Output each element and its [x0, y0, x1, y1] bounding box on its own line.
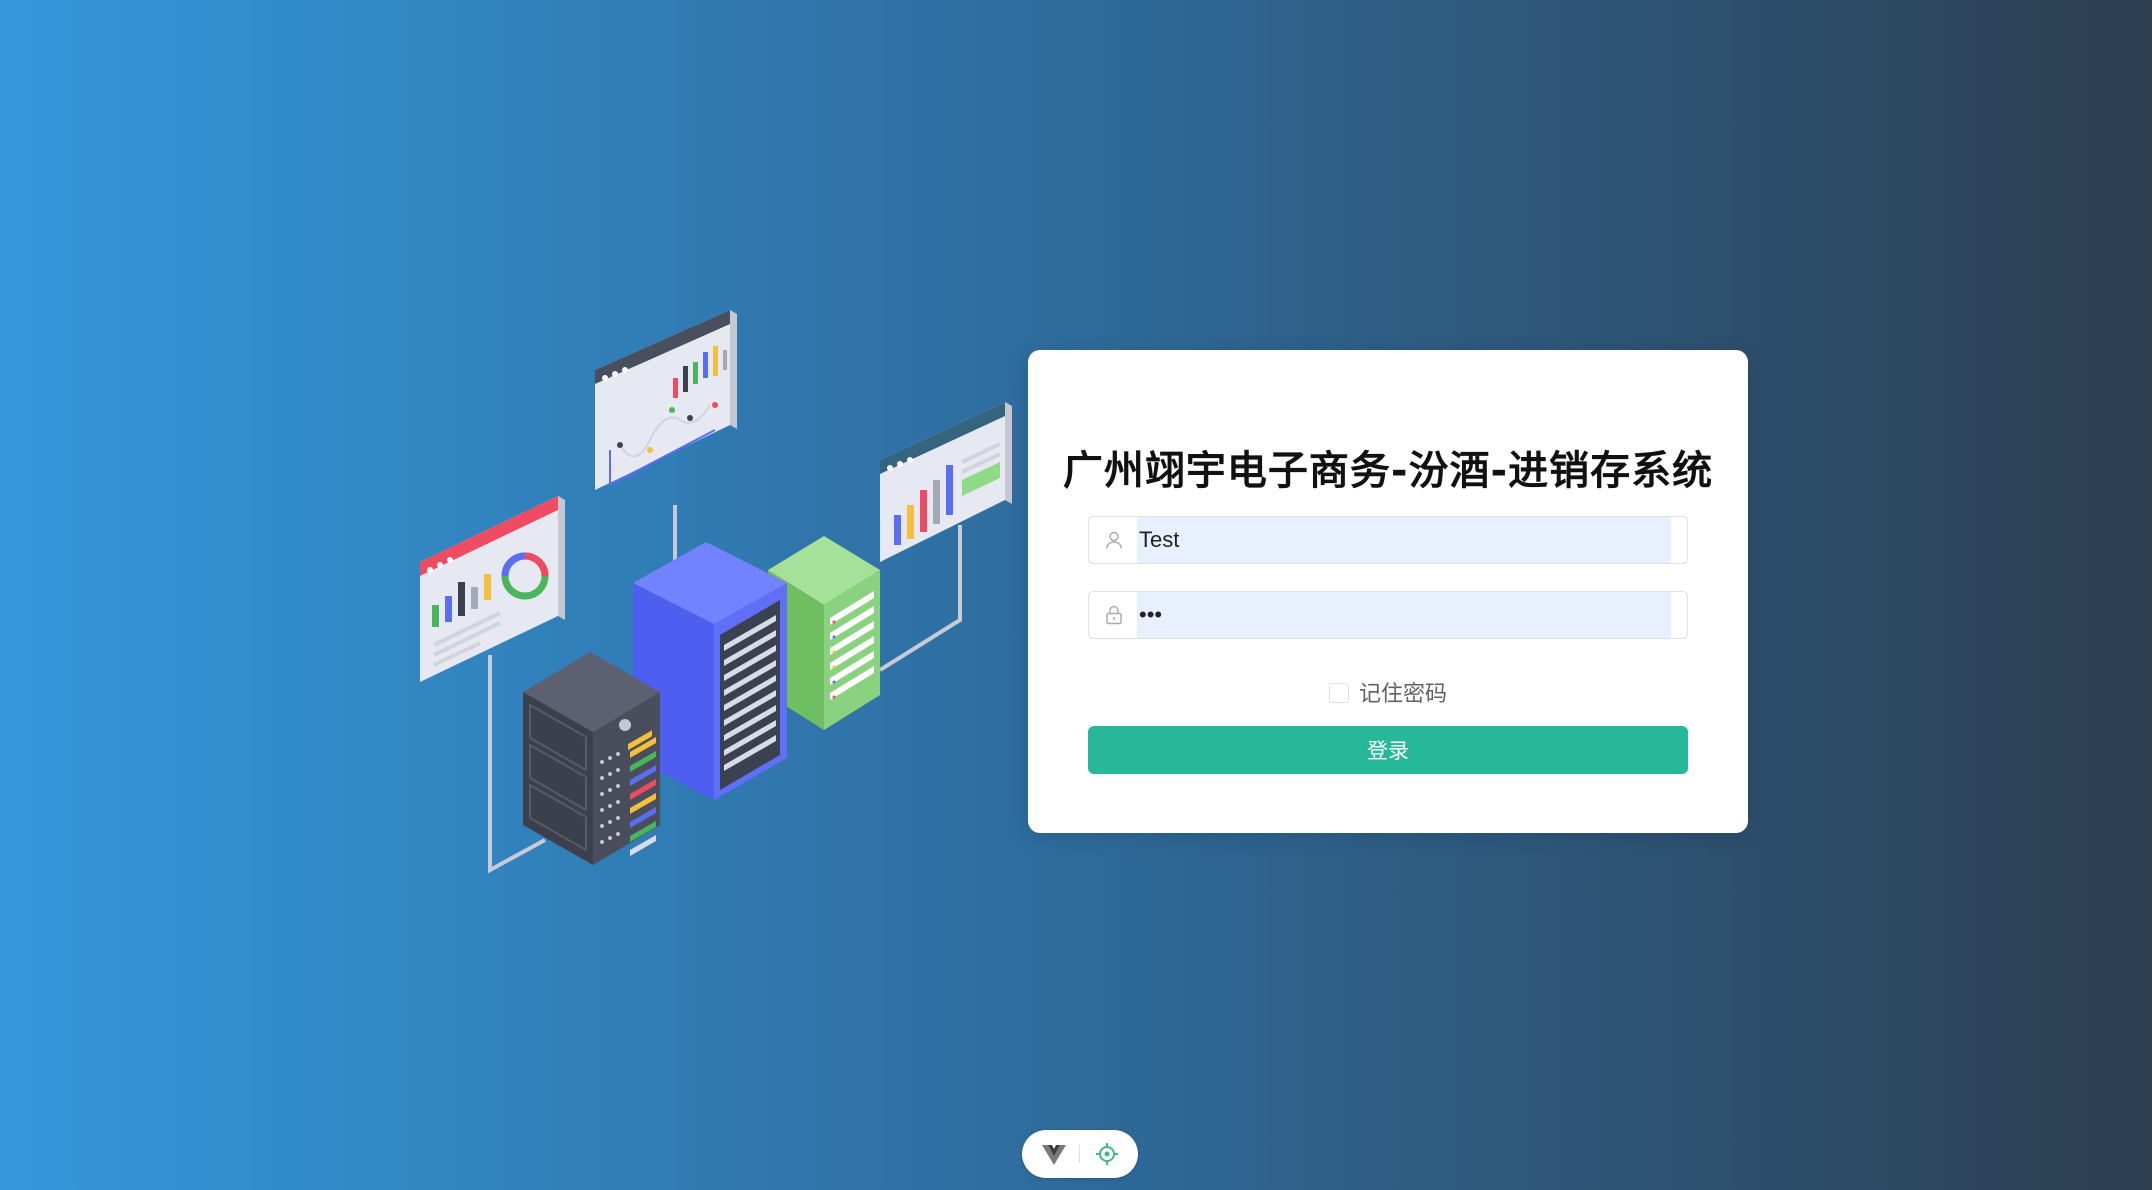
password-field[interactable]	[1088, 591, 1688, 639]
username-input[interactable]	[1137, 517, 1671, 563]
chart-window-left	[420, 496, 565, 682]
remember-checkbox[interactable]	[1328, 683, 1349, 703]
remember-label[interactable]: 记住密码	[1359, 682, 1447, 707]
devtools-toggle[interactable]	[1022, 1130, 1138, 1178]
remember-password[interactable]: 记住密码	[1028, 676, 1748, 708]
lock-icon	[1106, 605, 1122, 625]
login-card: 广州翊宇电子商务-汾酒-进销存系统 记住密码 登录	[1028, 350, 1748, 833]
username-field[interactable]	[1088, 516, 1688, 564]
devtools-separator	[1079, 1145, 1080, 1163]
login-button[interactable]: 登录	[1088, 726, 1688, 774]
login-title: 广州翊宇电子商务-汾酒-进销存系统	[1062, 448, 1714, 494]
server-dark	[523, 652, 660, 865]
chart-window-top	[595, 310, 737, 490]
user-icon	[1105, 531, 1123, 549]
vue-logo-icon[interactable]	[1041, 1142, 1067, 1166]
chart-window-right	[880, 402, 1012, 562]
target-icon[interactable]	[1095, 1142, 1119, 1166]
password-input[interactable]	[1137, 592, 1671, 638]
server-illustration	[410, 300, 1020, 880]
